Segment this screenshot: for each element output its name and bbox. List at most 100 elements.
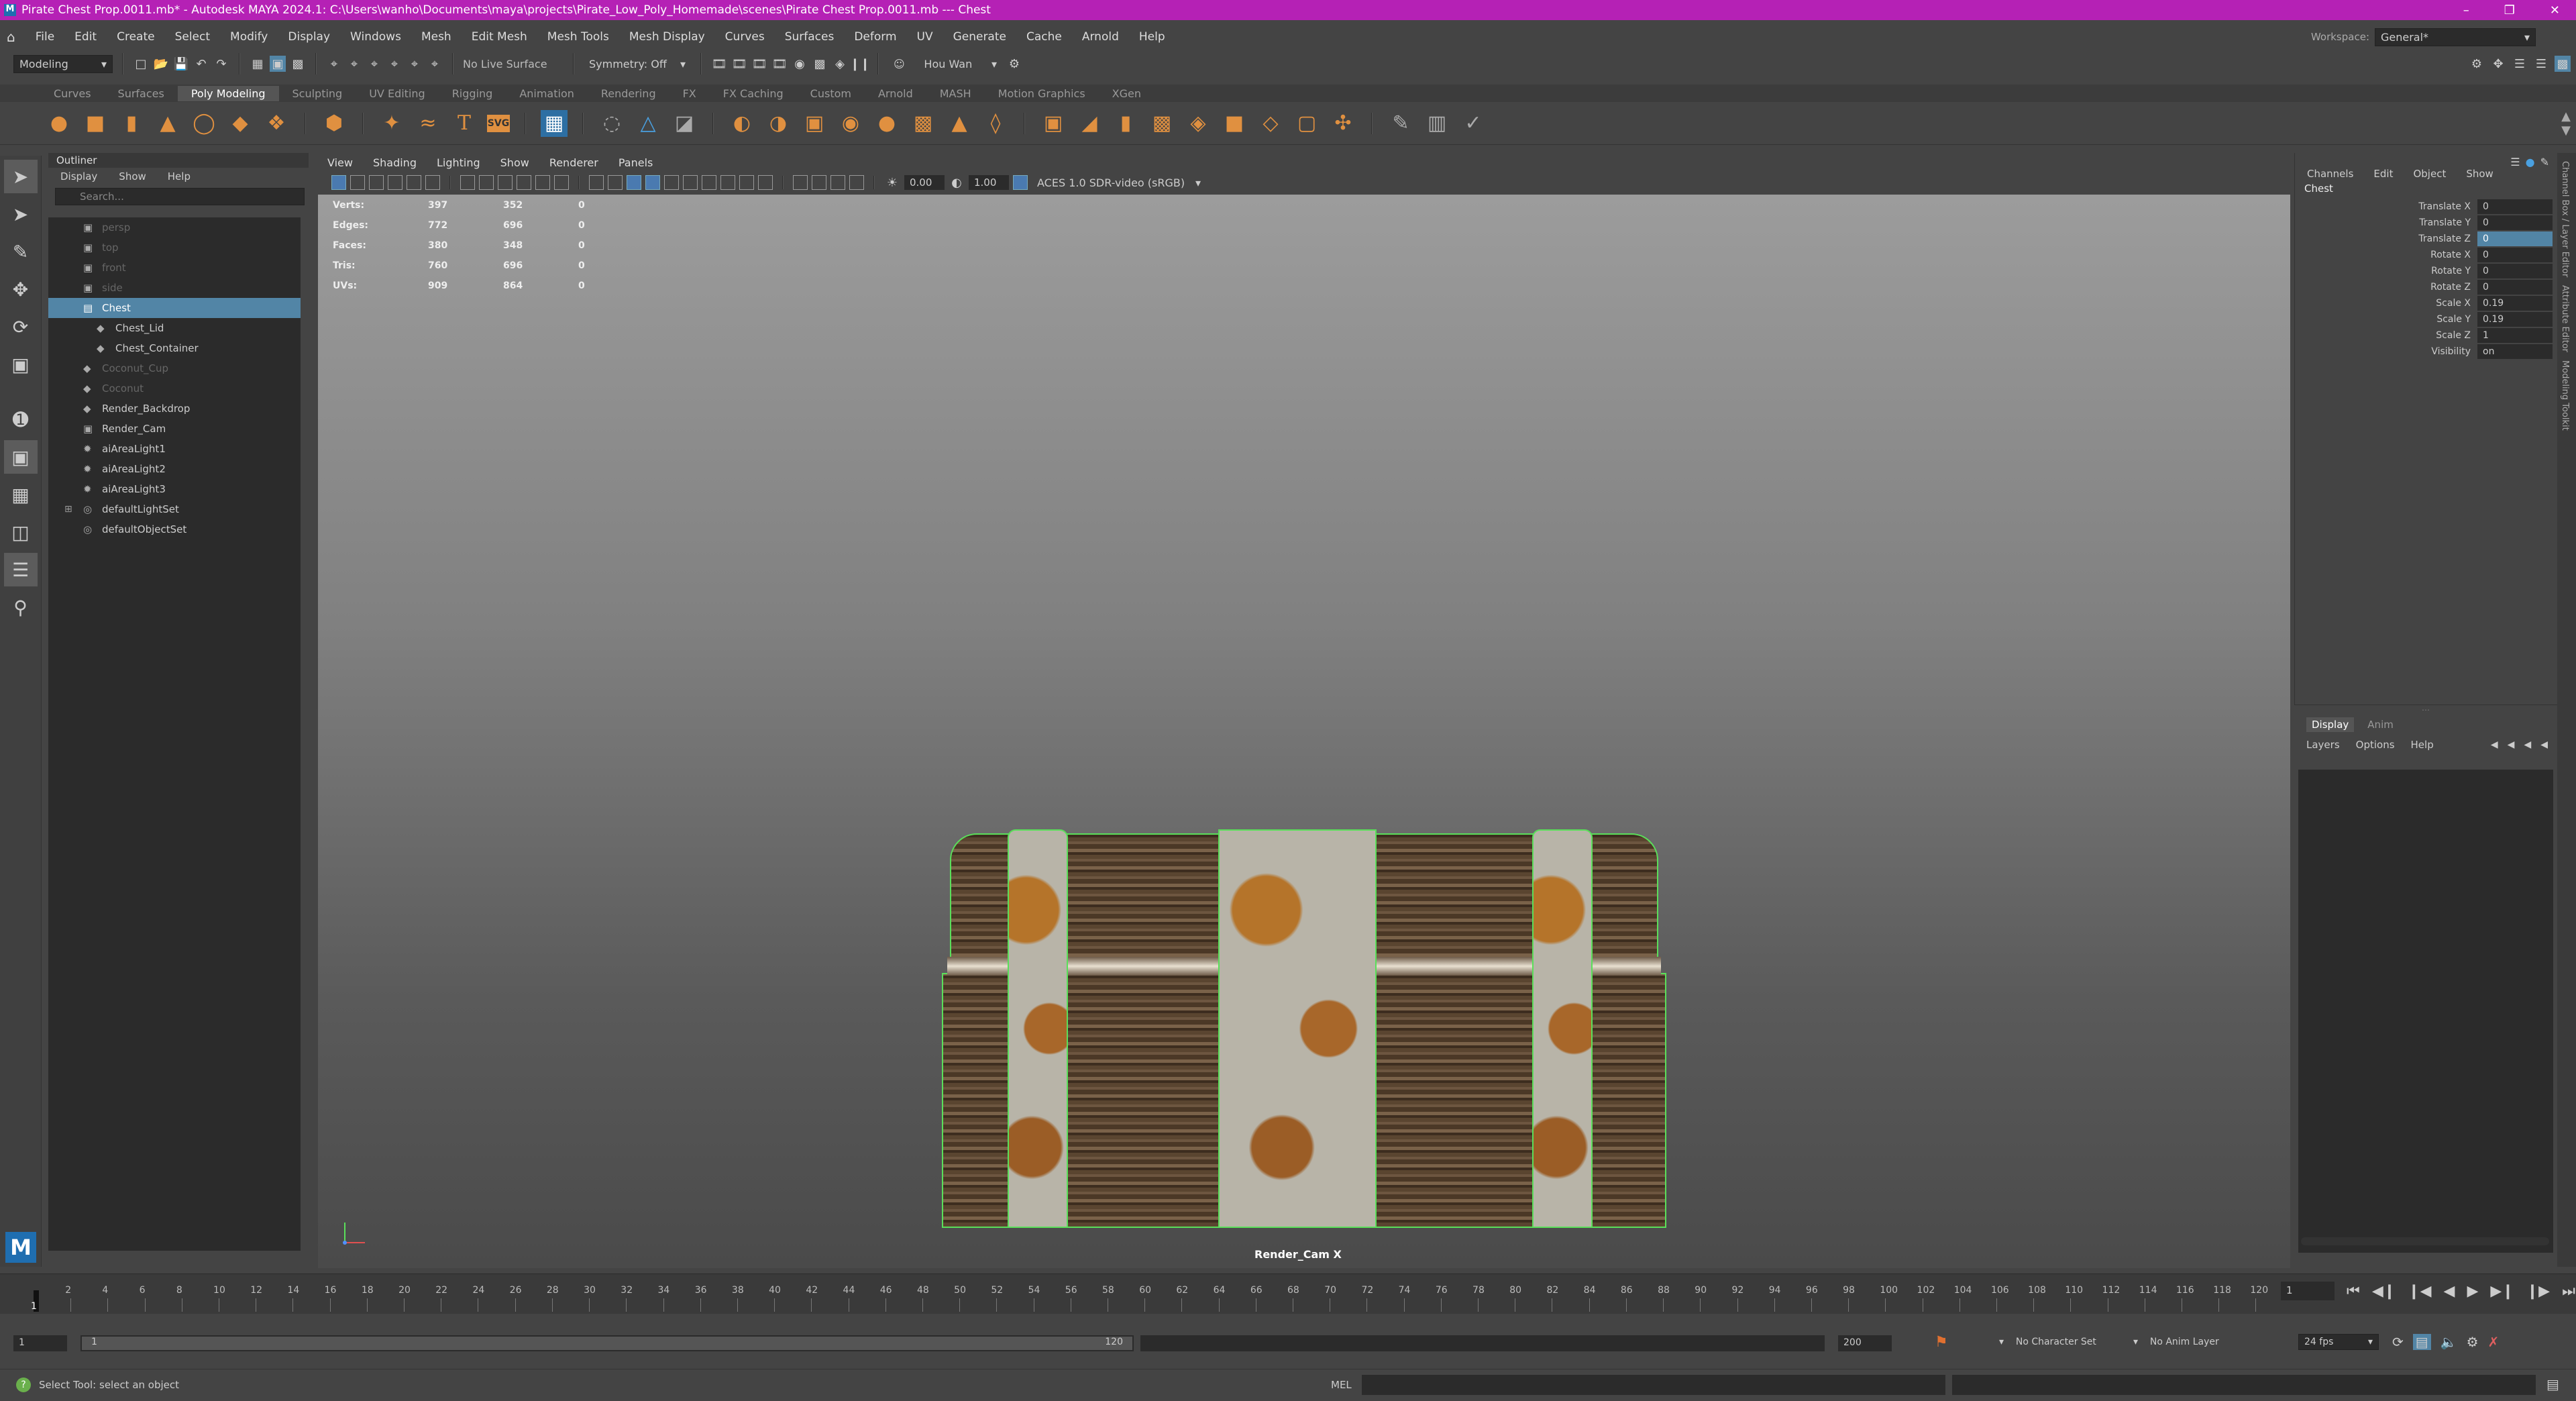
merge-vertex-icon[interactable]: ✣ [1330, 110, 1356, 137]
outliner-item[interactable]: ▣ side [48, 278, 301, 298]
poly-cube-icon[interactable]: ■ [82, 110, 109, 137]
outliner-item[interactable]: ▣ persp [48, 217, 301, 238]
close-icon[interactable]: ✕ [2550, 3, 2560, 17]
shelf-tab-uv-editing[interactable]: UV Editing [356, 86, 438, 101]
film-gate-icon[interactable] [479, 175, 494, 190]
time-slider[interactable]: 2 4 6 8 10 12 14 16 18 20 22 24 26 28 30 32 34 36 38 40 42 44… [0, 1274, 2576, 1314]
channel-attribute-row[interactable]: Scale Y 0.19 [2295, 311, 2557, 327]
poke-icon[interactable]: ■ [1221, 110, 1248, 137]
menu-surfaces[interactable]: Surfaces [785, 30, 835, 44]
viewport-menu-show[interactable]: Show [500, 156, 529, 169]
shelf-tab-surfaces[interactable]: Surfaces [105, 86, 178, 101]
use-all-lights-icon[interactable] [664, 175, 679, 190]
range-slider-handle[interactable]: 1 120 [82, 1337, 1132, 1350]
sound-icon[interactable]: 🔈 [2440, 1334, 2457, 1350]
super-shape-icon[interactable]: ✦ [378, 110, 405, 137]
select-tool-icon[interactable]: ➤ [3, 160, 38, 193]
channel-attribute-value[interactable]: 0.19 [2477, 296, 2553, 311]
snap-grid-icon[interactable]: ⌖ [326, 56, 342, 72]
channel-attribute-value[interactable]: on [2477, 344, 2553, 359]
viewport-menu-renderer[interactable]: Renderer [549, 156, 598, 169]
shelf-tab-rendering[interactable]: Rendering [588, 86, 669, 101]
channel-attribute-name[interactable]: Scale Y [2295, 314, 2477, 325]
symmetry-dropdown[interactable]: Symmetry: Off ▾ [584, 55, 691, 72]
outliner-item[interactable]: ✹ aiAreaLight2 [48, 459, 301, 479]
redo-icon[interactable]: ↷ [213, 56, 229, 72]
menu-windows[interactable]: Windows [350, 30, 401, 44]
render-settings-icon[interactable]: 🎞 [771, 56, 788, 72]
viewport-menu-lighting[interactable]: Lighting [437, 156, 480, 169]
anti-aliasing-icon[interactable] [739, 175, 754, 190]
shelf-tab-sculpting[interactable]: Sculpting [279, 86, 356, 101]
sweep-mesh-icon[interactable]: ≈ [415, 110, 441, 137]
outliner-item[interactable]: ▣ front [48, 258, 301, 278]
step-forward-frame-icon[interactable]: ▶❙ [2490, 1283, 2514, 1300]
snap-curve-icon[interactable]: ⌖ [346, 56, 362, 72]
wedge-icon[interactable]: ◈ [1185, 110, 1212, 137]
panel-splitter[interactable]: ⋯ [2294, 705, 2557, 715]
channel-box-menu-edit[interactable]: Edit [2373, 168, 2393, 180]
menu-generate[interactable]: Generate [953, 30, 1006, 44]
layer-menu-help[interactable]: Help [2411, 739, 2434, 751]
maximize-icon[interactable]: ❐ [2504, 3, 2515, 17]
single-perspective-layout-icon[interactable]: ▣ [3, 440, 38, 474]
shelf-tab-fx[interactable]: FX [669, 86, 710, 101]
render-current-icon[interactable]: 🎞 [731, 56, 747, 72]
channel-attribute-value[interactable]: 0 [2477, 280, 2553, 295]
last-tool-icon[interactable]: ➊ [4, 403, 38, 436]
home-icon[interactable]: ⌂ [7, 29, 15, 45]
new-scene-icon[interactable]: □ [133, 56, 149, 72]
live-surface-field[interactable]: No Live Surface [463, 58, 564, 70]
outliner-item[interactable]: ▣ Render_Cam [48, 419, 301, 439]
channel-box-menu-show[interactable]: Show [2466, 168, 2493, 180]
range-slider[interactable]: 1 120 [80, 1335, 1134, 1351]
xray-components-icon[interactable] [849, 175, 864, 190]
reduce-icon[interactable]: ◊ [982, 110, 1009, 137]
outliner-menu-display[interactable]: Display [60, 170, 97, 183]
channel-attribute-value[interactable]: 0 [2477, 231, 2553, 246]
channel-box-float-icon[interactable]: ✎ [2540, 156, 2549, 168]
channel-attribute-row[interactable]: Translate Z0 [2295, 231, 2557, 247]
mirror-icon[interactable]: ◪ [671, 110, 698, 137]
outliner-item[interactable]: ◆ Coconut [48, 378, 301, 399]
move-tool-icon[interactable]: ✥ [4, 272, 38, 306]
bookmarks-icon[interactable] [369, 175, 384, 190]
hypershade-icon[interactable]: ◉ [792, 56, 808, 72]
script-editor-icon[interactable]: ▤ [2546, 1376, 2559, 1392]
channel-attribute-name[interactable]: Translate Y [2295, 217, 2477, 228]
script-language-toggle[interactable]: MEL [1331, 1379, 1352, 1391]
xray-joints-icon[interactable] [830, 175, 845, 190]
channel-attribute-name[interactable]: Translate X [2295, 201, 2477, 212]
show-channel-box-icon[interactable]: ☰ [2533, 56, 2549, 72]
menu-edit-mesh[interactable]: Edit Mesh [472, 30, 527, 44]
textured-icon[interactable] [645, 175, 660, 190]
separate-icon[interactable]: ● [873, 110, 900, 137]
menu-curves[interactable]: Curves [725, 30, 765, 44]
safe-action-icon[interactable] [554, 175, 569, 190]
select-camera-icon[interactable] [331, 175, 346, 190]
channel-attribute-row[interactable]: Rotate Y0 [2295, 263, 2557, 279]
channel-attribute-value[interactable]: 0 [2477, 264, 2553, 278]
menu-help[interactable]: Help [1139, 30, 1165, 44]
menu-file[interactable]: File [36, 30, 54, 44]
show-layer-editor-icon[interactable]: ▩ [2555, 56, 2571, 72]
side-tab-modeling-toolkit[interactable]: Modeling Toolkit [2560, 360, 2570, 431]
two-view-layout-icon[interactable]: ◫ [4, 515, 38, 549]
render-setup-icon[interactable]: ▩ [812, 56, 828, 72]
snap-point-icon[interactable]: ⌖ [366, 56, 382, 72]
channel-attribute-name[interactable]: Scale X [2295, 298, 2477, 309]
channel-attribute-row[interactable]: Translate X0 [2295, 199, 2557, 215]
menu-mesh[interactable]: Mesh [421, 30, 451, 44]
outliner-item[interactable]: ◆ Coconut_Cup [48, 358, 301, 378]
workspace-dropdown[interactable]: General* ▾ [2375, 28, 2536, 46]
shelf-tab-rigging[interactable]: Rigging [439, 86, 506, 101]
animation-end-field[interactable]: 200 [1838, 1335, 1892, 1351]
menu-modify[interactable]: Modify [230, 30, 268, 44]
outliner-item[interactable]: ◆ Chest_Lid [48, 318, 301, 338]
outliner-item[interactable]: ▣ top [48, 238, 301, 258]
layer-menu-layers[interactable]: Layers [2306, 739, 2340, 751]
move-layer-down-icon[interactable]: ◀ [2508, 739, 2515, 750]
snap-projected-icon[interactable]: ⌖ [386, 56, 402, 72]
mesh-combine-icon[interactable]: △ [635, 110, 661, 137]
outliner-item[interactable]: ◎ defaultObjectSet [48, 519, 301, 539]
